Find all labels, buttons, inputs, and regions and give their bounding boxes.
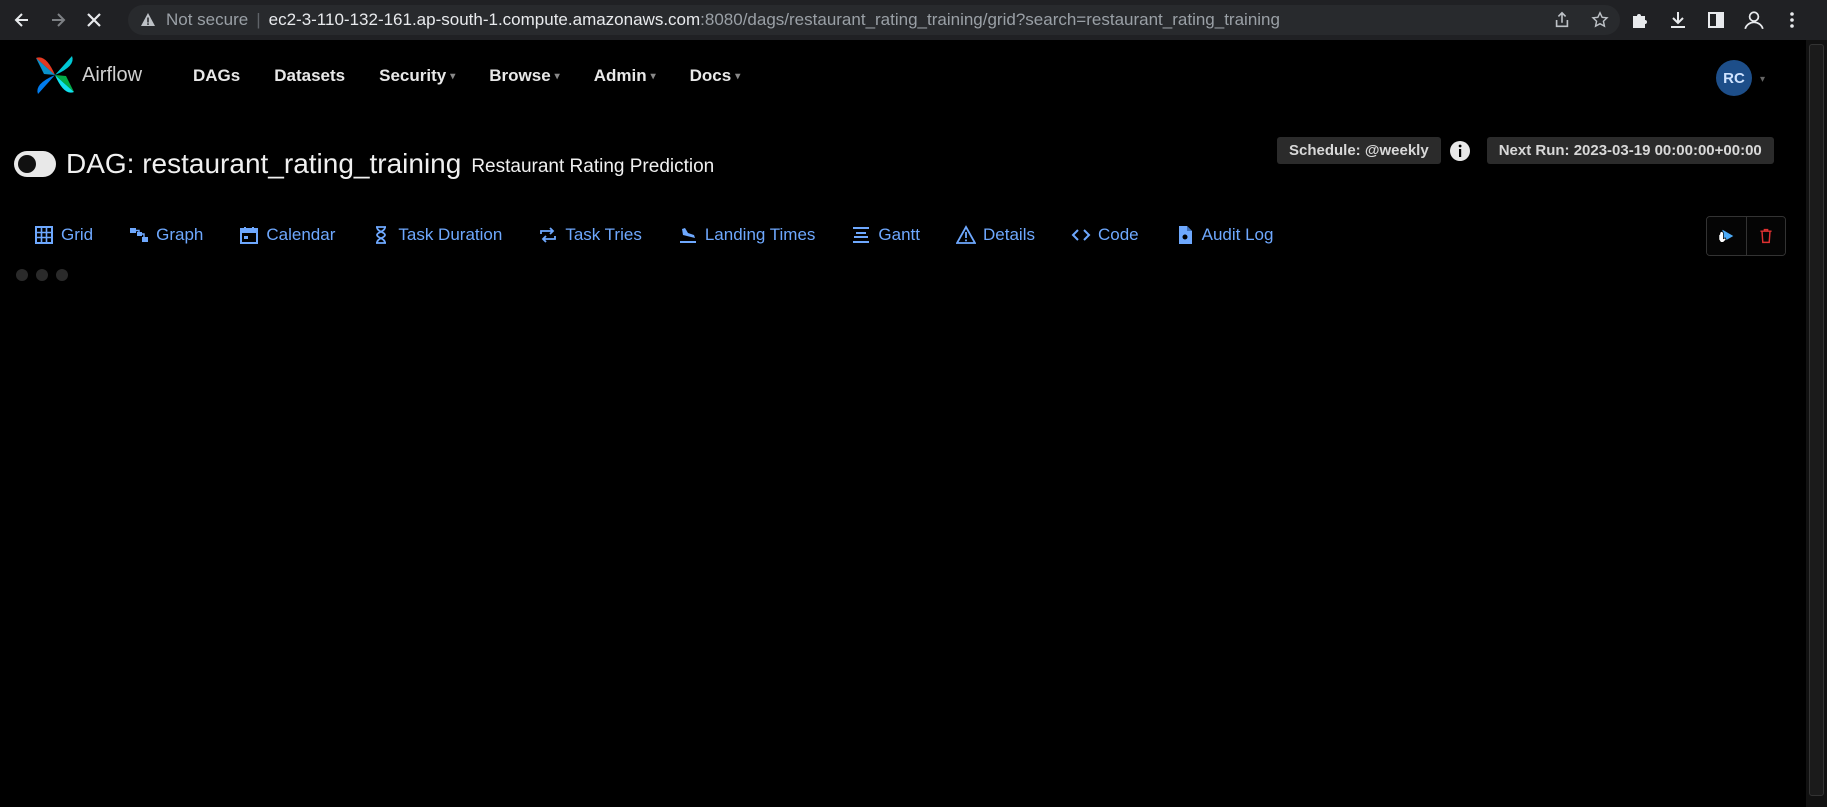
dag-title: DAG: restaurant_rating_training	[66, 148, 462, 179]
tab-label: Task Duration	[398, 225, 503, 244]
menu-label: Browse	[489, 66, 551, 85]
tab-label: Landing Times	[704, 225, 816, 244]
user-avatar[interactable]: RC	[1716, 60, 1752, 96]
url-host: ec2-3-110-132-161.ap-south-1.compute.ama…	[268, 10, 701, 29]
tab-audit-log[interactable]: Audit Log	[1175, 225, 1274, 245]
calendar-icon	[240, 227, 259, 244]
trash-icon	[1760, 228, 1772, 244]
delete-dag-button[interactable]	[1746, 217, 1785, 255]
menu-label: Security	[379, 66, 447, 85]
arrow-right-icon	[52, 13, 66, 27]
menu-datasets[interactable]: Datasets	[274, 66, 345, 86]
info-icon[interactable]	[1449, 140, 1471, 162]
star-icon[interactable]	[1590, 10, 1610, 30]
tab-label: Audit Log	[1201, 225, 1274, 244]
caret-down-icon: ▾	[554, 70, 560, 82]
caret-down-icon: ▾	[650, 70, 656, 82]
caret-down-icon: ▾	[735, 70, 741, 82]
tab-label: Grid	[61, 225, 94, 244]
menu-security[interactable]: Security ▾	[379, 66, 455, 86]
tab-grid[interactable]: Grid	[34, 225, 93, 245]
tab-label: Graph	[156, 225, 204, 244]
hourglass-icon	[376, 226, 387, 244]
airflow-navbar: Airflow DAGs Datasets Security ▾ Browse ▾ …	[0, 40, 1800, 112]
menu-docs[interactable]: Docs ▾	[690, 66, 741, 86]
tab-calendar[interactable]: Calendar	[239, 225, 335, 245]
forward-button[interactable]	[44, 6, 72, 34]
brand-name: Airflow	[82, 63, 143, 86]
tab-label: Calendar	[266, 225, 336, 244]
retry-icon	[540, 227, 557, 243]
stop-loading-button[interactable]	[80, 6, 108, 34]
menu-label: Admin	[593, 66, 647, 85]
tab-label: Details	[983, 225, 1035, 244]
file-icon	[1178, 226, 1192, 244]
pinwheel-icon	[36, 56, 74, 94]
dag-header: DAG: restaurant_rating_training Restaura…	[14, 148, 714, 180]
dag-pause-toggle[interactable]	[14, 151, 56, 177]
tab-label: Code	[1097, 225, 1139, 244]
scrollbar-thumb[interactable]	[1809, 44, 1824, 796]
extensions-icon[interactable]	[1628, 8, 1652, 32]
tab-landing-times[interactable]: Landing Times	[678, 225, 816, 245]
tab-label: Task Tries	[565, 225, 642, 244]
loading-indicator	[16, 269, 68, 281]
grid-icon	[35, 226, 53, 244]
security-label[interactable]: Not secure	[166, 10, 248, 30]
loading-dot	[36, 269, 48, 281]
share-icon[interactable]	[1552, 10, 1572, 30]
code-icon	[1071, 229, 1091, 241]
close-icon	[87, 13, 101, 27]
loading-dot	[56, 269, 68, 281]
menu-browse[interactable]: Browse ▾	[489, 66, 559, 86]
address-separator: |	[256, 10, 261, 29]
menu-dags[interactable]: DAGs	[193, 66, 240, 86]
caret-down-icon[interactable]: ▾	[1760, 74, 1765, 85]
dag-description: Restaurant Rating Prediction	[471, 156, 715, 177]
browser-toolbar: Not secure | ec2-3-110-132-161.ap-south-…	[0, 0, 1827, 40]
menu-admin[interactable]: Admin ▾	[594, 66, 656, 86]
next-run-badge: Next Run: 2023-03-19 00:00:00+00:00	[1486, 137, 1774, 164]
landing-icon	[679, 228, 696, 243]
url-path: :8080/dags/restaurant_rating_training/gr…	[700, 10, 1280, 29]
schedule-badge: Schedule: @weekly	[1277, 137, 1441, 164]
tab-label: Gantt	[878, 225, 921, 244]
menu-label: DAGs	[193, 66, 241, 85]
gantt-icon	[853, 227, 870, 243]
main-menu: DAGs Datasets Security ▾ Browse ▾ Admin ▾ D…	[193, 66, 774, 86]
warning-triangle-icon	[140, 12, 156, 28]
play-icon	[1718, 229, 1733, 243]
profile-icon[interactable]	[1742, 8, 1766, 32]
tab-code[interactable]: Code	[1071, 225, 1139, 245]
warning-icon	[956, 225, 977, 244]
tab-gantt[interactable]: Gantt	[851, 225, 920, 245]
tab-details[interactable]: Details	[956, 225, 1035, 245]
menu-label: Docs	[689, 66, 732, 85]
arrow-left-icon	[14, 13, 28, 27]
tab-task-duration[interactable]: Task Duration	[371, 225, 502, 245]
download-icon[interactable]	[1666, 8, 1690, 32]
graph-icon	[130, 228, 149, 242]
trigger-dag-button[interactable]	[1707, 217, 1746, 255]
back-button[interactable]	[8, 6, 36, 34]
loading-dot	[16, 269, 28, 281]
dag-actions	[1706, 216, 1786, 256]
address-bar[interactable]: Not secure | ec2-3-110-132-161.ap-south-…	[128, 5, 1620, 35]
caret-down-icon: ▾	[450, 70, 456, 82]
more-vert-icon[interactable]	[1780, 8, 1804, 32]
tab-graph[interactable]: Graph	[129, 225, 203, 245]
dag-schedule-info: Schedule: @weekly Next Run: 2023-03-19 0…	[1277, 137, 1774, 164]
tab-task-tries[interactable]: Task Tries	[538, 225, 642, 245]
menu-label: Datasets	[274, 66, 346, 85]
side-panel-icon[interactable]	[1704, 8, 1728, 32]
airflow-logo[interactable]: Airflow	[32, 52, 142, 98]
dag-view-tabs: Grid Graph Calendar Task Duration Task T…	[34, 225, 1309, 245]
